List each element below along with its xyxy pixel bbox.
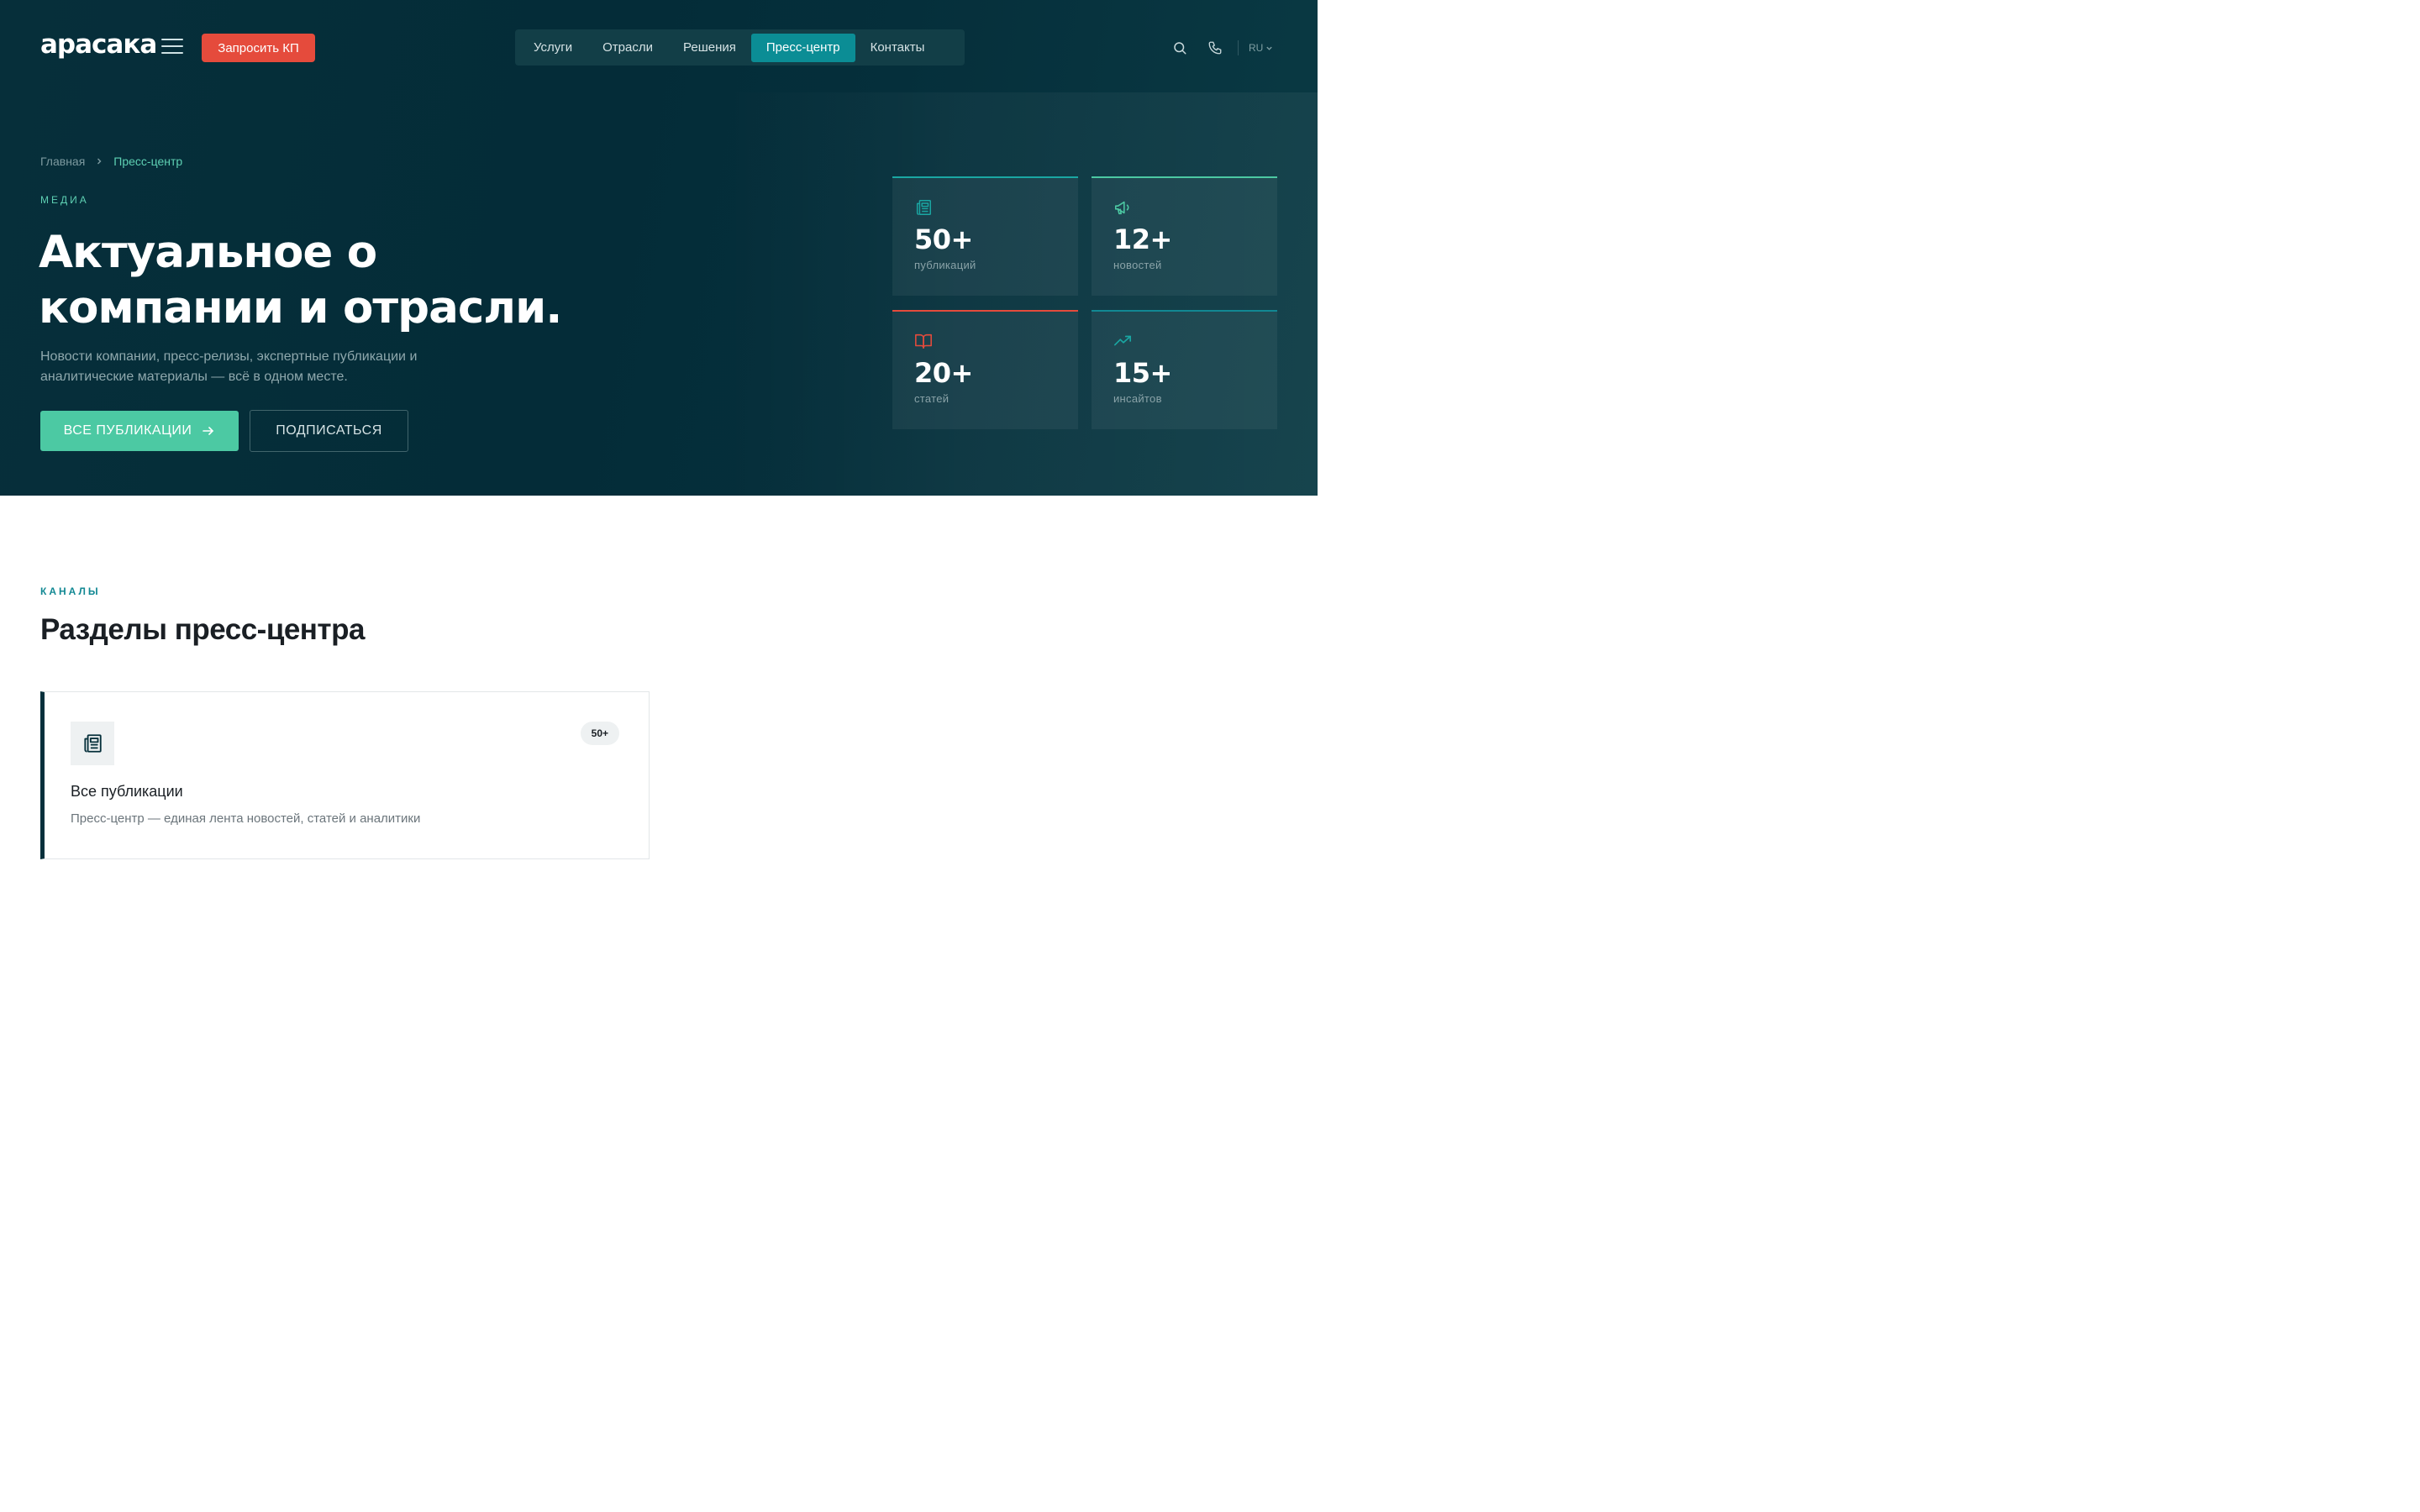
book-icon [914, 332, 933, 350]
arrow-right-icon [203, 427, 214, 435]
nav-item-solutions[interactable]: Решения [668, 34, 751, 62]
card-description: Пресс-центр — единая лента новостей, ста… [71, 811, 421, 826]
stat-card-articles: 20+ статей [892, 310, 1078, 429]
breadcrumb-home[interactable]: Главная [40, 155, 85, 168]
breadcrumb: Главная Пресс-центр [40, 155, 182, 168]
stat-label: новостей [1113, 259, 1162, 271]
chevron-right-icon [95, 155, 103, 168]
stat-card-news: 12+ новостей [1092, 176, 1277, 296]
section-card-all-publications[interactable]: 50+ Все публикации Пресс-центр — единая … [40, 691, 650, 859]
stat-value: 15+ [1113, 357, 1172, 389]
hero-subtitle: Новости компании, пресс-релизы, экспертн… [40, 349, 418, 384]
stat-accent-bar [1092, 176, 1277, 178]
logo[interactable]: арасака [40, 32, 157, 58]
header-divider [1238, 40, 1239, 55]
menu-icon[interactable] [161, 37, 183, 55]
newspaper-icon [71, 722, 114, 765]
stat-value: 12+ [1113, 223, 1172, 255]
all-publications-button[interactable]: ВСЕ ПУБЛИКАЦИИ [40, 411, 239, 451]
language-switcher[interactable]: RU [1249, 42, 1273, 54]
newspaper-icon [914, 198, 933, 217]
search-icon[interactable] [1171, 39, 1189, 57]
count-badge: 50+ [580, 722, 619, 745]
nav-item-press-center[interactable]: Пресс-центр [750, 33, 855, 62]
stat-accent-bar [892, 176, 1078, 178]
page-title-line1: Актуальное о [39, 227, 377, 278]
breadcrumb-current: Пресс-центр [113, 155, 183, 168]
main-nav: Услуги Отрасли Решения Пресс-центр Конта… [515, 29, 965, 66]
stat-value: 20+ [914, 357, 973, 389]
stat-accent-bar [1092, 310, 1277, 312]
section-eyebrow: КАНАЛЫ [40, 585, 101, 597]
stat-label: публикаций [914, 259, 976, 271]
header-actions: RU [1171, 38, 1273, 58]
chevron-down-icon [1266, 46, 1273, 50]
page-title-line2: компании и отрасли. [39, 282, 562, 333]
stat-accent-bar [892, 310, 1078, 312]
card-title: Все публикации [71, 783, 183, 800]
megaphone-icon [1113, 198, 1132, 217]
all-publications-label: ВСЕ ПУБЛИКАЦИИ [63, 423, 192, 438]
language-label: RU [1249, 42, 1264, 54]
phone-icon[interactable] [1206, 39, 1224, 57]
hero-eyebrow: МЕДИА [40, 194, 89, 206]
nav-item-contacts[interactable]: Контакты [855, 34, 940, 62]
stat-value: 50+ [914, 223, 973, 255]
request-quote-button[interactable]: Запросить КП [202, 34, 315, 62]
stat-label: статей [914, 392, 950, 405]
nav-item-industries[interactable]: Отрасли [587, 34, 668, 62]
hero-section: арасака Запросить КП Услуги Отрасли Реше… [0, 0, 1318, 496]
stat-card-insights: 15+ инсайтов [1092, 310, 1277, 429]
section-title: Разделы пресс-центра [40, 613, 365, 646]
subscribe-button[interactable]: ПОДПИСАТЬСЯ [250, 410, 408, 452]
nav-item-services[interactable]: Услуги [518, 34, 587, 62]
page-title: Актуальное о компании и отрасли. [39, 225, 576, 336]
trending-up-icon [1113, 332, 1132, 350]
stat-card-publications: 50+ публикаций [892, 176, 1078, 296]
stat-label: инсайтов [1113, 392, 1162, 405]
